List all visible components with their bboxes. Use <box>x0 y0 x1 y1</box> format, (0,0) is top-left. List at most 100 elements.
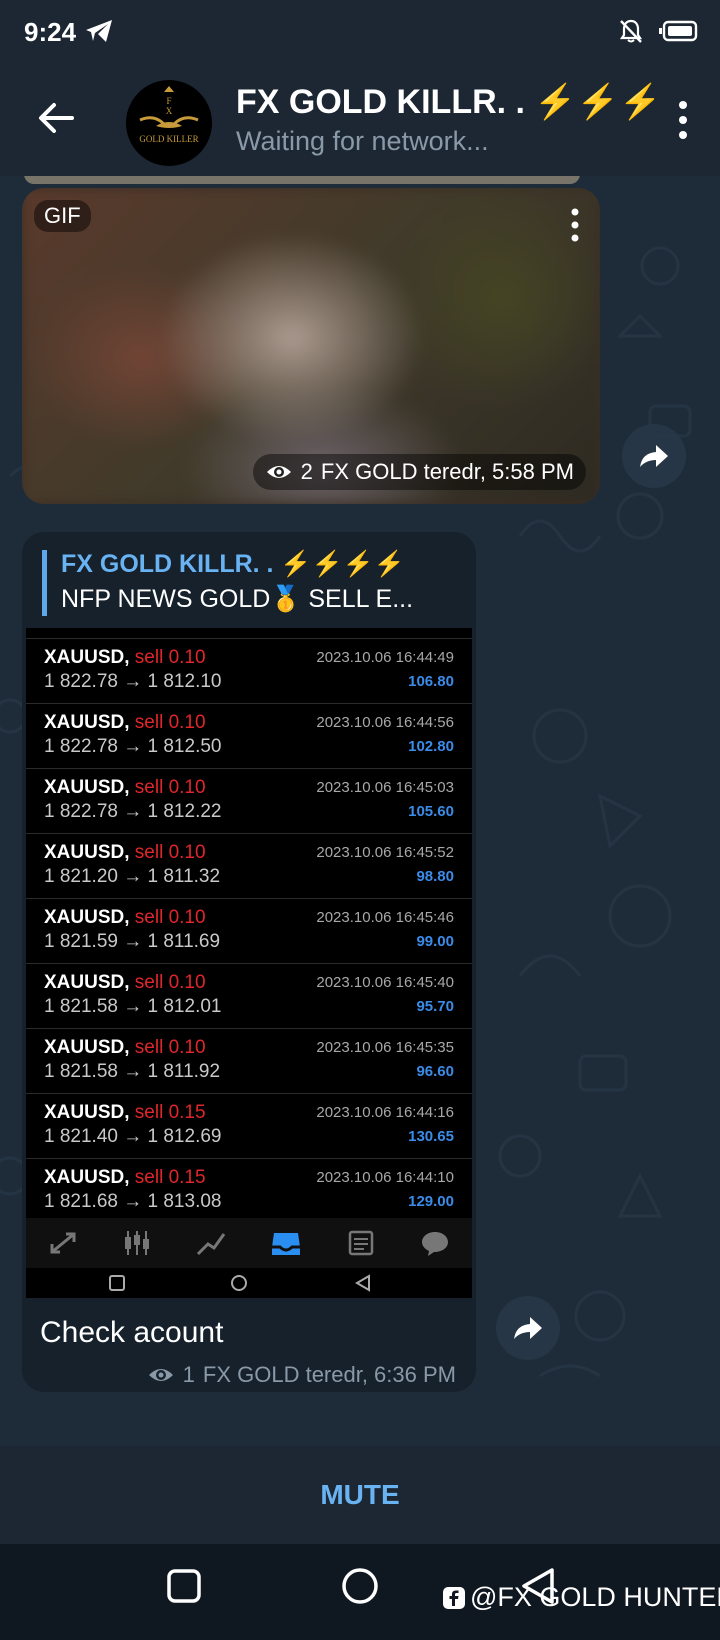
trade-symbol: XAUUSD, <box>44 647 130 668</box>
trade-date: 2023.10.06 16:45:46 <box>316 909 454 926</box>
status-bar: 9:24 <box>0 0 720 62</box>
circle-icon <box>231 1275 247 1291</box>
reply-title: FX GOLD KILLR. . ⚡⚡⚡⚡ <box>61 550 405 578</box>
connection-status: Waiting for network... <box>236 126 489 156</box>
trade-profit: 96.60 <box>416 1063 454 1080</box>
news-icon <box>348 1230 374 1256</box>
channel-avatar[interactable]: F X GOLD KILLER <box>126 80 212 166</box>
trade-row: XAUUSD, sell 0.10 1 821.58 → 1 812.01 20… <box>26 963 472 1028</box>
trade-prices: 1 821.68 → 1 813.08 <box>44 1191 222 1212</box>
forward-arrow-icon <box>640 445 668 467</box>
trade-date: 2023.10.06 16:44:16 <box>316 1104 454 1121</box>
trade-prices: 1 822.78 → 1 812.10 <box>44 671 222 692</box>
trade-date: 2023.10.06 16:45:52 <box>316 844 454 861</box>
gif-badge: GIF <box>34 200 91 232</box>
gif-view-count: 2 <box>300 459 313 484</box>
trade-side: sell 0.15 <box>134 1102 206 1123</box>
trade-row: XAUUSD, sell 0.10 1 822.78 → 1 812.50 20… <box>26 703 472 768</box>
trade-profit: 98.80 <box>416 868 454 885</box>
trade-profit: 130.65 <box>408 1128 454 1145</box>
screenshot-navbar <box>26 1268 472 1298</box>
trade-side: sell 0.10 <box>134 1037 206 1058</box>
trade-date: 2023.10.06 16:45:40 <box>316 974 454 991</box>
trade-symbol: XAUUSD, <box>44 842 130 863</box>
eye-icon <box>266 466 291 478</box>
battery-icon <box>659 20 698 42</box>
trade-prices: 1 821.20 → 1 811.32 <box>44 866 221 887</box>
recents-square-icon[interactable] <box>166 1568 202 1604</box>
chat-area[interactable]: GIF 2 FX GOLD teredr, 5:58 PM FX GOLD KI… <box>0 176 720 1446</box>
trade-date: 2023.10.06 16:44:49 <box>316 649 454 666</box>
trade-side: sell 0.15 <box>134 1167 206 1188</box>
svg-text:F: F <box>166 96 171 106</box>
gif-message[interactable]: GIF 2 FX GOLD teredr, 5:58 PM <box>22 188 600 504</box>
trade-prices: 1 821.40 → 1 812.69 <box>44 1126 222 1147</box>
trade-date: 2023.10.06 16:44:56 <box>316 714 454 731</box>
telegram-icon <box>86 20 112 42</box>
reply-text: NFP NEWS GOLD🥇 SELL E... <box>61 585 414 613</box>
trade-profit: 102.80 <box>408 738 454 755</box>
chat-header: F X GOLD KILLER FX GOLD KILLR. . ⚡⚡⚡ Wai… <box>0 62 720 176</box>
trade-profit: 106.80 <box>408 673 454 690</box>
svg-text:X: X <box>166 106 173 116</box>
post-message[interactable]: FX GOLD KILLR. . ⚡⚡⚡⚡ NFP NEWS GOLD🥇 SEL… <box>22 532 476 1392</box>
gold-eagle-logo-icon: F X GOLD KILLER <box>139 86 199 144</box>
forward-button[interactable] <box>496 1296 560 1360</box>
trade-row: XAUUSD, sell 0.10 1 821.58 → 1 811.92 20… <box>26 1028 472 1093</box>
quotes-arrows-icon <box>50 1232 76 1254</box>
history-inbox-icon <box>272 1233 300 1255</box>
candlestick-chart-icon <box>125 1231 149 1255</box>
svg-text:GOLD KILLER: GOLD KILLER <box>139 134 198 144</box>
trade-prices: 1 822.78 → 1 812.22 <box>44 801 222 822</box>
reply-preview[interactable]: FX GOLD KILLR. . ⚡⚡⚡⚡ NFP NEWS GOLD🥇 SEL… <box>42 550 476 616</box>
trade-row: XAUUSD, sell 0.15 1 821.40 → 1 812.69 20… <box>26 1093 472 1158</box>
trade-chart-icon <box>196 1233 226 1256</box>
mute-bar: MUTE <box>0 1446 720 1544</box>
mute-button[interactable]: MUTE <box>320 1479 399 1511</box>
gif-message-meta: 2 FX GOLD teredr, 5:58 PM <box>252 454 586 490</box>
bell-off-icon <box>619 19 643 43</box>
more-vertical-icon[interactable] <box>570 208 580 242</box>
trade-date: 2023.10.06 16:44:10 <box>316 1169 454 1186</box>
trade-profit: 105.60 <box>408 803 454 820</box>
facebook-icon <box>443 1586 465 1609</box>
square-icon <box>109 1275 125 1291</box>
trade-prices: 1 821.59 → 1 811.69 <box>44 931 221 952</box>
trade-row: XAUUSD, sell 0.10 1 821.20 → 1 811.32 20… <box>26 833 472 898</box>
post-caption: Check acount <box>40 1316 224 1349</box>
trade-symbol: XAUUSD, <box>44 777 130 798</box>
trade-row: XAUUSD, sell 0.10 1 822.78 → 1 812.22 20… <box>26 768 472 833</box>
trade-date: 2023.10.06 16:45:35 <box>316 1039 454 1056</box>
forward-button[interactable] <box>622 424 686 488</box>
home-circle-icon[interactable] <box>340 1566 380 1606</box>
trade-profit: 129.00 <box>408 1193 454 1210</box>
trade-side: sell 0.10 <box>134 972 206 993</box>
trade-row: XAUUSD, sell 0.10 1 822.78 → 1 812.10 20… <box>26 638 472 703</box>
mt-app-toolbar <box>26 1218 472 1268</box>
trade-symbol: XAUUSD, <box>44 1102 130 1123</box>
trade-prices: 1 821.58 → 1 811.92 <box>44 1061 221 1082</box>
trade-row: XAUUSD, sell 0.15 1 821.68 → 1 813.08 20… <box>26 1158 472 1223</box>
trade-profit: 95.70 <box>416 998 454 1015</box>
trade-side: sell 0.10 <box>134 842 206 863</box>
trade-symbol: XAUUSD, <box>44 907 130 928</box>
forward-arrow-icon <box>514 1317 542 1339</box>
chat-bubble-icon <box>422 1232 448 1256</box>
trade-date: 2023.10.06 16:45:03 <box>316 779 454 796</box>
channel-title[interactable]: FX GOLD KILLR. . ⚡⚡⚡ <box>236 82 661 122</box>
more-vertical-icon[interactable] <box>676 100 690 140</box>
post-message-meta: 1 FX GOLD teredr, 6:36 PM <box>147 1362 456 1388</box>
watermark-text: @FX GOLD HUNTER <box>470 1582 720 1612</box>
trade-symbol: XAUUSD, <box>44 1167 130 1188</box>
trade-side: sell 0.10 <box>134 907 206 928</box>
back-arrow-icon[interactable] <box>34 96 78 140</box>
post-signature-time: FX GOLD teredr, 6:36 PM <box>202 1362 456 1387</box>
trade-history-screenshot[interactable]: XAUUSD, sell 0.10 1 822.78 → 1 812.10 20… <box>26 628 472 1298</box>
trade-prices: 1 822.78 → 1 812.50 <box>44 736 222 757</box>
watermark: @FX GOLD HUNTER <box>442 1582 720 1613</box>
trade-symbol: XAUUSD, <box>44 972 130 993</box>
trade-row: XAUUSD, sell 0.10 1 821.59 → 1 811.69 20… <box>26 898 472 963</box>
triangle-back-icon <box>355 1274 370 1292</box>
trade-symbol: XAUUSD, <box>44 712 130 733</box>
trade-side: sell 0.10 <box>134 647 206 668</box>
